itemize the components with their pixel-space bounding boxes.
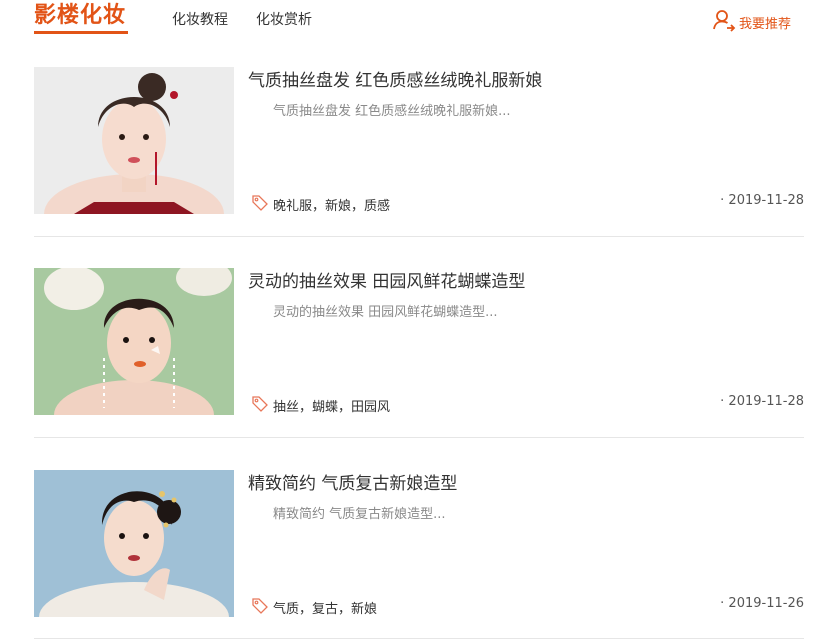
article-date: · 2019-11-28 [720, 193, 804, 208]
recommend-link[interactable]: 我要推荐 [712, 8, 791, 36]
article-title[interactable]: 气质抽丝盘发 红色质感丝绒晚礼服新娘 [248, 66, 542, 91]
tags-text[interactable]: 气质，复古，新娘 [273, 598, 377, 617]
site-logo[interactable]: 影楼化妆 [34, 0, 126, 32]
article-tags: 气质，复古，新娘 [251, 596, 377, 618]
article-excerpt: 精致简约 气质复古新娘造型... [273, 507, 446, 522]
nav-item-makeup-tutorial[interactable]: 化妆教程 [172, 9, 228, 29]
divider [34, 236, 804, 237]
divider [34, 638, 804, 639]
tag-icon [251, 596, 273, 618]
recommend-label: 我要推荐 [739, 16, 792, 32]
divider [34, 437, 804, 438]
logo-underline [34, 31, 128, 34]
article-title[interactable]: 灵动的抽丝效果 田园风鲜花蝴蝶造型 [248, 267, 525, 292]
article-excerpt: 气质抽丝盘发 红色质感丝绒晚礼服新娘... [273, 104, 511, 119]
article-tags: 晚礼服，新娘，质感 [251, 193, 390, 215]
article-tags: 抽丝，蝴蝶，田园风 [251, 394, 390, 416]
tag-icon [251, 193, 273, 215]
article-thumbnail[interactable] [34, 470, 234, 617]
tags-text[interactable]: 抽丝，蝴蝶，田园风 [273, 396, 390, 415]
article-thumbnail[interactable] [34, 67, 234, 214]
article-thumbnail[interactable] [34, 268, 234, 415]
article-card[interactable]: 灵动的抽丝效果 田园风鲜花蝴蝶造型 灵动的抽丝效果 田园风鲜花蝴蝶造型... 抽… [34, 268, 804, 416]
article-card[interactable]: 气质抽丝盘发 红色质感丝绒晚礼服新娘 气质抽丝盘发 红色质感丝绒晚礼服新娘...… [34, 67, 804, 215]
article-date: · 2019-11-26 [720, 596, 804, 611]
article-card[interactable]: 精致简约 气质复古新娘造型 精致简约 气质复古新娘造型... 气质，复古，新娘 … [34, 470, 804, 618]
article-date: · 2019-11-28 [720, 394, 804, 409]
nav-item-makeup-appreciation[interactable]: 化妆赏析 [256, 9, 312, 29]
article-title[interactable]: 精致简约 气质复古新娘造型 [248, 469, 457, 494]
tags-text[interactable]: 晚礼服，新娘，质感 [273, 195, 390, 214]
user-icon [712, 8, 739, 36]
article-excerpt: 灵动的抽丝效果 田园风鲜花蝴蝶造型... [273, 305, 498, 320]
top-header: 影楼化妆 化妆教程 化妆赏析 我要推荐 [0, 0, 822, 40]
tag-icon [251, 394, 273, 416]
